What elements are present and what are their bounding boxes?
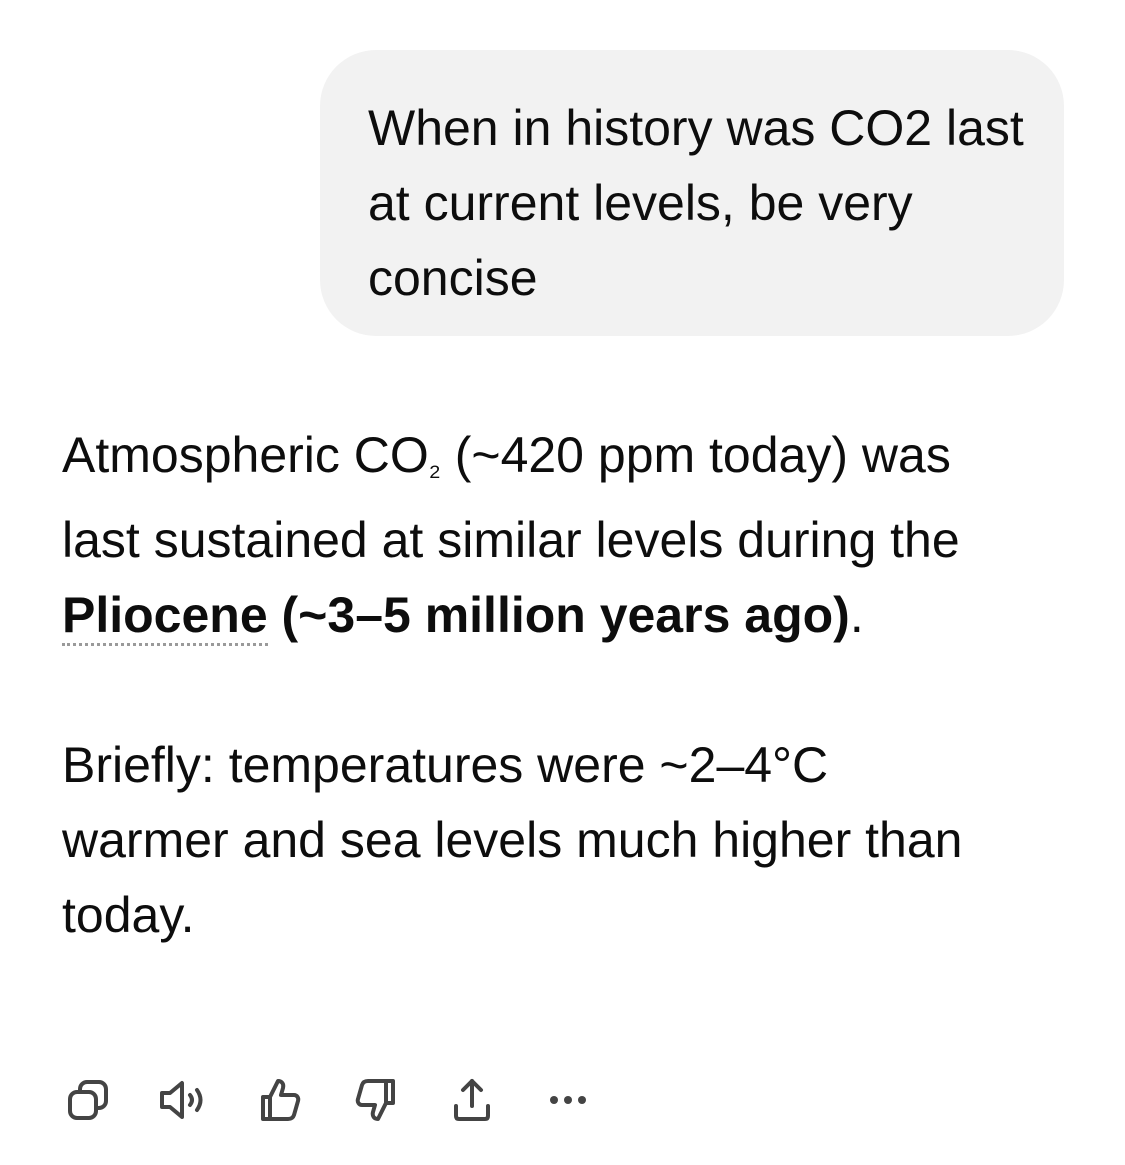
more-options-button[interactable] [540,1072,596,1128]
thumbs-up-icon [261,1079,301,1121]
share-icon [454,1079,490,1121]
user-message-text: When in history was CO2 last at current … [368,100,1024,306]
assistant-text: . [849,586,864,643]
message-action-bar [60,1072,596,1128]
assistant-paragraph-1: Atmospheric CO₂ (~420 ppm today) was las… [62,418,1002,653]
more-icon [550,1096,586,1104]
share-button[interactable] [444,1072,500,1128]
thumbs-down-icon [355,1079,395,1121]
thumbs-down-button[interactable] [348,1072,404,1128]
speaker-icon [160,1081,203,1119]
copy-icon [68,1080,108,1120]
subscript-two: ₂ [428,447,441,483]
bold-date-range: (~3–5 million years ago) [267,586,850,643]
assistant-message: Atmospheric CO₂ (~420 ppm today) was las… [62,418,1002,953]
copy-button[interactable] [60,1072,116,1128]
thumbs-up-button[interactable] [252,1072,308,1128]
read-aloud-button[interactable] [156,1072,212,1128]
user-message-bubble: When in history was CO2 last at current … [320,50,1064,336]
assistant-text: Atmospheric CO [62,427,429,483]
assistant-paragraph-2: Briefly: temperatures were ~2–4°C warmer… [62,736,963,943]
pliocene-term-link[interactable]: Pliocene [62,586,268,646]
